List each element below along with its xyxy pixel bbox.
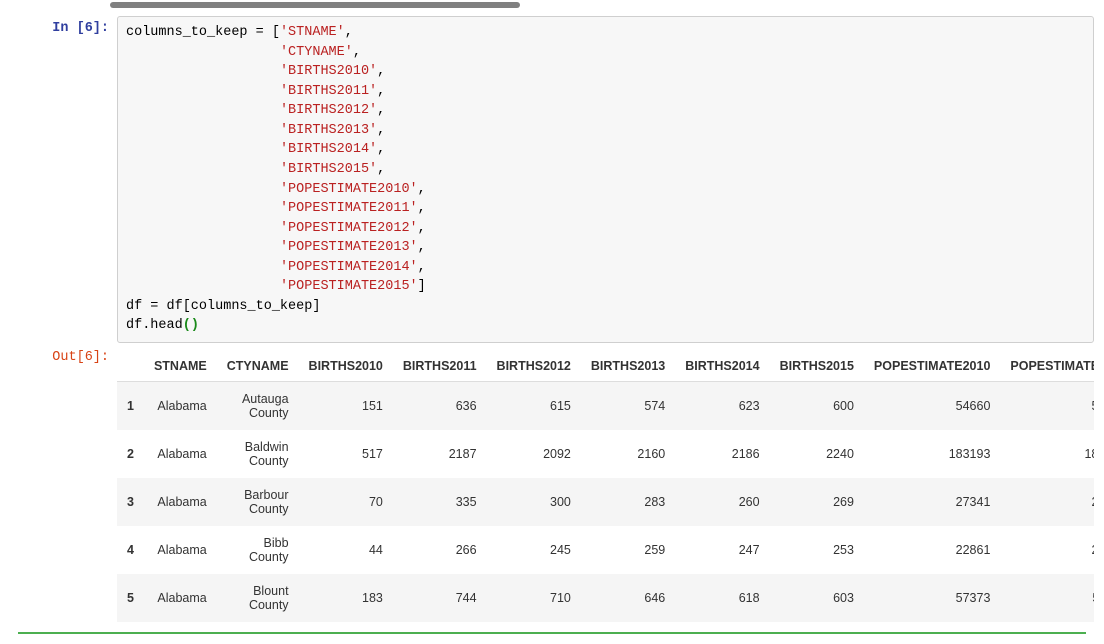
code-editor[interactable]: columns_to_keep = ['STNAME', 'CTYNAME', … xyxy=(117,16,1094,343)
table-cell: Barbour County xyxy=(217,478,299,526)
table-cell: 636 xyxy=(393,382,487,431)
table-cell: 646 xyxy=(581,574,675,622)
output-area[interactable]: STNAMECTYNAMEBIRTHS2010BIRTHS2011BIRTHS2… xyxy=(117,345,1094,622)
prev-output-scrollbar-stub xyxy=(110,0,1086,10)
table-cell: 54660 xyxy=(864,382,1000,431)
table-cell: 70 xyxy=(299,478,393,526)
table-cell: 27226 xyxy=(1000,478,1094,526)
table-cell: 2187 xyxy=(393,430,487,478)
table-column-header: BIRTHS2013 xyxy=(581,351,675,382)
table-cell: 183193 xyxy=(864,430,1000,478)
row-index: 5 xyxy=(117,574,144,622)
table-cell: Baldwin County xyxy=(217,430,299,478)
table-column-header: BIRTHS2010 xyxy=(299,351,393,382)
table-cell: 247 xyxy=(675,526,769,574)
dataframe-table: STNAMECTYNAMEBIRTHS2010BIRTHS2011BIRTHS2… xyxy=(117,351,1094,622)
table-cell: 335 xyxy=(393,478,487,526)
table-cell: Alabama xyxy=(144,526,217,574)
table-body: 1AlabamaAutauga County151636615574623600… xyxy=(117,382,1094,623)
table-cell: Alabama xyxy=(144,430,217,478)
table-cell: 260 xyxy=(675,478,769,526)
table-cell: 2240 xyxy=(770,430,864,478)
table-cell: 245 xyxy=(487,526,581,574)
table-cell: 2186 xyxy=(675,430,769,478)
table-column-header: CTYNAME xyxy=(217,351,299,382)
table-row: 1AlabamaAutauga County151636615574623600… xyxy=(117,382,1094,431)
table-cell: Alabama xyxy=(144,478,217,526)
row-index: 4 xyxy=(117,526,144,574)
table-header-row: STNAMECTYNAMEBIRTHS2010BIRTHS2011BIRTHS2… xyxy=(117,351,1094,382)
row-index: 2 xyxy=(117,430,144,478)
table-cell: 269 xyxy=(770,478,864,526)
table-cell: Autauga County xyxy=(217,382,299,431)
input-prompt: In [6]: xyxy=(10,16,117,41)
table-column-header: BIRTHS2011 xyxy=(393,351,487,382)
table-cell: Alabama xyxy=(144,382,217,431)
table-cell: 744 xyxy=(393,574,487,622)
table-cell: 44 xyxy=(299,526,393,574)
table-corner xyxy=(117,351,144,382)
output-cell: Out[6]: STNAMECTYNAMEBIRTHS2010BIRTHS201… xyxy=(10,345,1094,622)
table-column-header: BIRTHS2015 xyxy=(770,351,864,382)
table-column-header: BIRTHS2012 xyxy=(487,351,581,382)
table-cell: 57711 xyxy=(1000,574,1094,622)
table-cell: 283 xyxy=(581,478,675,526)
row-index: 1 xyxy=(117,382,144,431)
table-column-header: BIRTHS2014 xyxy=(675,351,769,382)
table-cell: 151 xyxy=(299,382,393,431)
table-row: 5AlabamaBlount County1837447106466186035… xyxy=(117,574,1094,622)
table-cell: Alabama xyxy=(144,574,217,622)
table-cell: 574 xyxy=(581,382,675,431)
table-cell: 2160 xyxy=(581,430,675,478)
table-cell: 618 xyxy=(675,574,769,622)
table-row: 3AlabamaBarbour County703353002832602692… xyxy=(117,478,1094,526)
table-cell: Blount County xyxy=(217,574,299,622)
table-cell: 253 xyxy=(770,526,864,574)
table-cell: 615 xyxy=(487,382,581,431)
table-cell: 183 xyxy=(299,574,393,622)
table-cell: 300 xyxy=(487,478,581,526)
table-column-header: POPESTIMATE2011 xyxy=(1000,351,1094,382)
table-cell: 57373 xyxy=(864,574,1000,622)
table-column-header: POPESTIMATE2010 xyxy=(864,351,1000,382)
table-cell: 186659 xyxy=(1000,430,1094,478)
table-cell: 259 xyxy=(581,526,675,574)
table-cell: 603 xyxy=(770,574,864,622)
table-cell: 266 xyxy=(393,526,487,574)
table-cell: 22733 xyxy=(1000,526,1094,574)
table-cell: 710 xyxy=(487,574,581,622)
table-cell: 22861 xyxy=(864,526,1000,574)
table-cell: 55253 xyxy=(1000,382,1094,431)
table-cell: 2092 xyxy=(487,430,581,478)
table-cell: 600 xyxy=(770,382,864,431)
selected-cell-indicator xyxy=(18,632,1086,634)
table-column-header: STNAME xyxy=(144,351,217,382)
table-cell: Bibb County xyxy=(217,526,299,574)
input-cell: In [6]: columns_to_keep = ['STNAME', 'CT… xyxy=(10,16,1094,343)
table-cell: 27341 xyxy=(864,478,1000,526)
table-cell: 623 xyxy=(675,382,769,431)
table-cell: 517 xyxy=(299,430,393,478)
output-prompt: Out[6]: xyxy=(10,345,117,370)
row-index: 3 xyxy=(117,478,144,526)
table-row: 2AlabamaBaldwin County517218720922160218… xyxy=(117,430,1094,478)
notebook: In [6]: columns_to_keep = ['STNAME', 'CT… xyxy=(0,0,1104,644)
table-row: 4AlabamaBibb County442662452592472532286… xyxy=(117,526,1094,574)
